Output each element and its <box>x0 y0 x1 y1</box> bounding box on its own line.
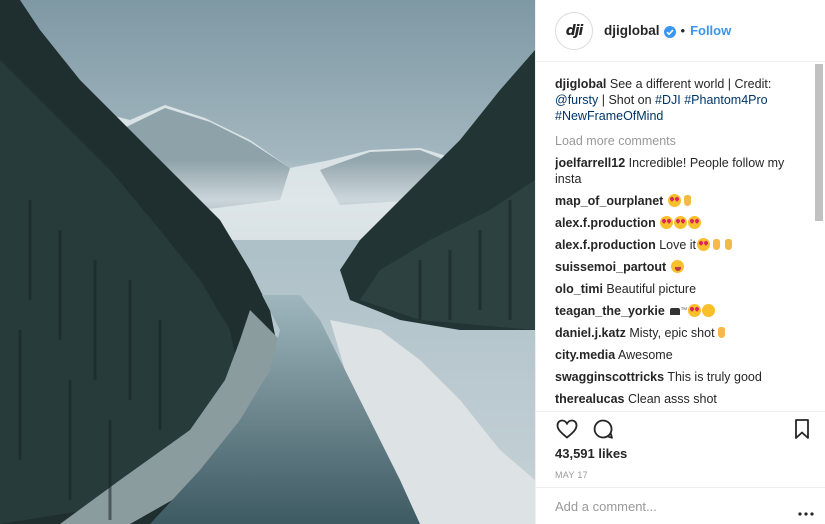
comment-username[interactable]: olo_timi <box>555 282 603 296</box>
comment-item: therealucas Clean asss shot <box>555 391 810 405</box>
post-photo[interactable] <box>0 0 535 524</box>
comment-username[interactable]: swagginscottricks <box>555 370 664 384</box>
avatar-logo-text: dji <box>565 22 584 39</box>
scrollbar-thumb[interactable] <box>815 64 823 221</box>
comment-username[interactable]: teagan_the_yorkie <box>555 304 665 318</box>
top-hat-emoji-icon <box>670 308 681 315</box>
username[interactable]: djiglobal <box>604 23 660 38</box>
comments-list: djiglobal See a different world | Credit… <box>555 70 810 405</box>
comment-username[interactable]: suissemoi_partout <box>555 260 666 274</box>
winking-tongue-emoji-icon <box>670 260 684 273</box>
comment-text: Awesome <box>618 348 673 362</box>
heart-eyes-emoji-icon <box>674 216 688 229</box>
heart-eyes-emoji-icon <box>667 194 681 207</box>
thumbs-up-emoji-icon <box>723 238 734 251</box>
comment-item: swagginscottricks This is truly good <box>555 369 810 385</box>
heart-outline-icon[interactable] <box>555 417 579 446</box>
add-comment-bar <box>536 487 825 524</box>
hashtag-link[interactable]: #DJI <box>655 93 681 107</box>
comment-username[interactable]: alex.f.production <box>555 216 656 230</box>
heart-eyes-emoji-icon <box>688 304 702 317</box>
comment-username[interactable]: therealucas <box>555 392 624 405</box>
caption-username[interactable]: djiglobal <box>555 77 606 91</box>
comment-text: Beautiful picture <box>606 282 697 296</box>
bookmark-icon[interactable] <box>792 417 812 446</box>
heart-eyes-emoji-icon <box>697 238 711 251</box>
comment-item: suissemoi_partout <box>555 259 810 275</box>
comment-item: city.media Awesome <box>555 347 810 363</box>
caption-text-mid: | Shot on <box>601 93 652 107</box>
comment-item: map_of_ourplanet <box>555 193 810 209</box>
comment-username[interactable]: city.media <box>555 348 615 362</box>
comment-username[interactable]: alex.f.production <box>555 238 656 252</box>
hashtag-link[interactable]: #NewFrameOfMind <box>555 109 663 123</box>
screaming-face-emoji-icon <box>702 304 716 317</box>
tm-emoji-icon: ™ <box>680 307 688 314</box>
comment-item: olo_timi Beautiful picture <box>555 281 810 297</box>
heart-eyes-emoji-icon <box>660 216 674 229</box>
comment-item: alex.f.production <box>555 215 810 231</box>
more-dots-icon[interactable] <box>798 503 814 521</box>
verified-badge-icon <box>663 25 676 38</box>
comment-text: Love it <box>659 238 697 252</box>
comment-text: Misty, epic shot <box>629 326 715 340</box>
landscape-image <box>0 0 535 524</box>
hashtag-link[interactable]: #Phantom4Pro <box>684 93 767 107</box>
avatar[interactable]: dji <box>555 11 593 50</box>
ok-hand-emoji-icon <box>682 194 693 207</box>
comment-item: joelfarrell12 Incredible! People follow … <box>555 155 810 187</box>
victory-hand-emoji-icon <box>711 238 722 251</box>
post-date: MAY 17 <box>555 470 588 480</box>
action-bar <box>536 411 825 451</box>
comments-scrollbar[interactable] <box>815 63 823 408</box>
add-comment-input[interactable] <box>555 499 775 514</box>
post-sidebar: dji djiglobal • Follow djiglobal See a d… <box>535 0 825 524</box>
comment-item: alex.f.production Love it <box>555 237 810 253</box>
comment-bubble-icon[interactable] <box>591 417 615 446</box>
comment-username[interactable]: map_of_ourplanet <box>555 194 663 208</box>
comment-username[interactable]: joelfarrell12 <box>555 156 625 170</box>
caption-mention-link[interactable]: @fursty <box>555 93 598 107</box>
follow-button[interactable]: Follow <box>690 23 731 38</box>
caption-text: See a different world | Credit: <box>609 77 772 91</box>
separator-dot: • <box>680 23 686 38</box>
comment-text: This is truly good <box>667 370 762 384</box>
comment-item: daniel.j.katz Misty, epic shot <box>555 325 810 341</box>
post-caption: djiglobal See a different world | Credit… <box>555 76 810 124</box>
comment-text: Clean asss shot <box>627 392 717 405</box>
comment-rows: joelfarrell12 Incredible! People follow … <box>555 155 810 405</box>
comment-item: teagan_the_yorkie ™ <box>555 303 810 319</box>
load-more-comments-button[interactable]: Load more comments <box>555 133 810 149</box>
heart-eyes-emoji-icon <box>688 216 702 229</box>
ok-hand-emoji-icon <box>716 326 727 339</box>
comment-username[interactable]: daniel.j.katz <box>555 326 626 340</box>
like-count[interactable]: 43,591 likes <box>555 446 627 461</box>
post-header: dji djiglobal • Follow <box>536 0 825 62</box>
